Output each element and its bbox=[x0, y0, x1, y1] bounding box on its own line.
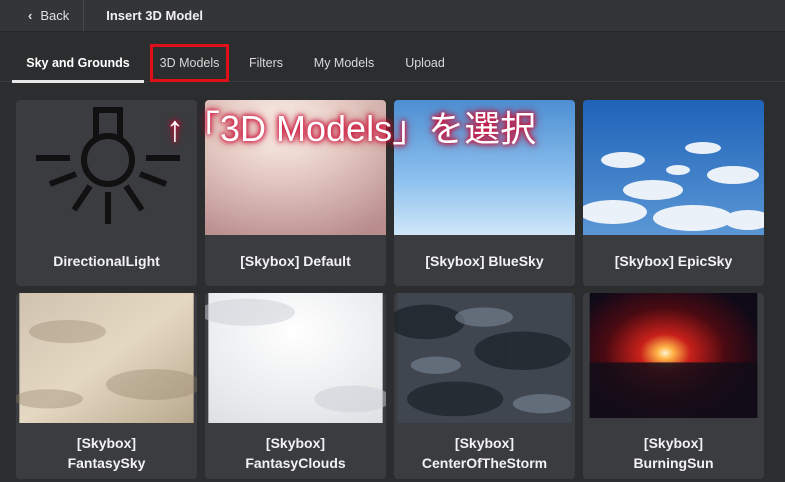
chevron-left-icon: ‹ bbox=[28, 8, 33, 23]
dialog-title: Insert 3D Model bbox=[106, 8, 204, 23]
skybox-bluesky-thumbnail bbox=[394, 100, 575, 235]
skybox-epicsky-thumbnail bbox=[583, 100, 764, 235]
card-label: [Skybox] Default bbox=[240, 252, 351, 269]
card-label: [Skybox] EpicSky bbox=[614, 252, 733, 269]
card-label: [Skybox] CenterOfTheStorm bbox=[394, 423, 575, 479]
skybox-centerofthestorm-thumbnail bbox=[394, 293, 572, 423]
card-skybox-bluesky[interactable]: [Skybox] BlueSky bbox=[394, 100, 575, 286]
card-label-line2: FantasyClouds bbox=[245, 455, 346, 471]
tab-filters[interactable]: Filters bbox=[240, 44, 292, 82]
card-skybox-default[interactable]: [Skybox] Default bbox=[205, 100, 386, 286]
card-skybox-fantasyclouds[interactable]: [Skybox] FantasyClouds bbox=[205, 293, 386, 479]
card-skybox-fantasysky[interactable]: [Skybox] FantasySky bbox=[16, 293, 197, 479]
card-label: DirectionalLight bbox=[53, 252, 160, 269]
top-bar: ‹ Back Insert 3D Model bbox=[0, 0, 785, 32]
tab-bar: Sky and Grounds 3D Models Filters My Mod… bbox=[0, 44, 785, 83]
skybox-default-thumbnail bbox=[205, 100, 386, 235]
card-directional-light[interactable]: DirectionalLight bbox=[16, 100, 197, 286]
tab-upload[interactable]: Upload bbox=[395, 44, 455, 82]
back-label: Back bbox=[40, 8, 70, 23]
card-label-line2: CenterOfTheStorm bbox=[421, 455, 548, 471]
card-label: [Skybox] FantasySky bbox=[16, 423, 197, 479]
light-bulb-icon bbox=[16, 100, 197, 235]
tab-sky-and-grounds[interactable]: Sky and Grounds bbox=[12, 44, 144, 83]
tab-my-models[interactable]: My Models bbox=[303, 44, 385, 82]
skybox-burningsun-thumbnail bbox=[589, 293, 758, 418]
skybox-fantasyclouds-thumbnail bbox=[205, 293, 386, 423]
skybox-fantasysky-thumbnail bbox=[16, 293, 197, 423]
card-skybox-epicsky[interactable]: [Skybox] EpicSky bbox=[583, 100, 764, 286]
tab-3d-models[interactable]: 3D Models bbox=[150, 44, 229, 82]
card-label: [Skybox] FantasyClouds bbox=[205, 423, 386, 479]
card-skybox-burningsun[interactable]: [Skybox] BurningSun bbox=[583, 293, 764, 479]
card-label-line1: [Skybox] bbox=[454, 435, 515, 451]
card-label-line1: [Skybox] bbox=[643, 435, 704, 451]
card-label-line1: [Skybox] bbox=[76, 435, 137, 451]
card-skybox-centerofthestorm[interactable]: [Skybox] CenterOfTheStorm bbox=[394, 293, 575, 479]
card-label-line2: FantasySky bbox=[67, 455, 146, 471]
card-label-line2: BurningSun bbox=[633, 455, 714, 471]
card-label: [Skybox] BlueSky bbox=[425, 252, 544, 269]
card-label: [Skybox] BurningSun bbox=[583, 423, 764, 479]
back-button[interactable]: ‹ Back bbox=[0, 0, 83, 31]
card-label-line1: [Skybox] bbox=[265, 435, 326, 451]
